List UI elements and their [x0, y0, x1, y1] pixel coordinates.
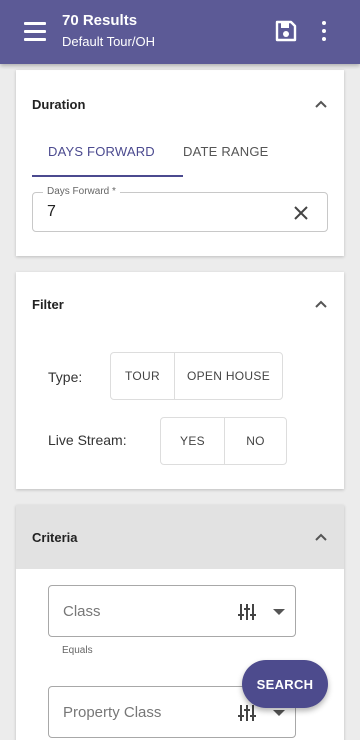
more-vert-icon[interactable] — [318, 20, 330, 42]
filter-card: Filter Type: TOUR OPEN HOUSE Live Stream… — [16, 272, 344, 489]
days-forward-label: Days Forward * — [43, 186, 120, 197]
app-bar: 70 Results Default Tour/OH — [0, 0, 360, 64]
tab-days-forward[interactable]: DAYS FORWARD — [48, 144, 155, 159]
page-title: 70 Results — [62, 12, 138, 29]
duration-title: Duration — [32, 97, 86, 112]
live-stream-label: Live Stream: — [48, 432, 127, 448]
dropdown-arrow-icon[interactable] — [273, 609, 285, 615]
tune-icon[interactable] — [237, 704, 257, 722]
class-placeholder: Class — [63, 603, 101, 620]
class-select[interactable]: Class — [48, 585, 296, 637]
close-icon[interactable] — [293, 205, 309, 221]
class-helper-text: Equals — [62, 645, 93, 656]
criteria-title: Criteria — [32, 530, 78, 545]
days-forward-value: 7 — [47, 203, 56, 220]
tune-icon[interactable] — [237, 603, 257, 621]
chevron-up-icon[interactable] — [314, 532, 328, 542]
page-subtitle: Default Tour/OH — [62, 34, 155, 49]
search-button[interactable]: SEARCH — [242, 660, 328, 708]
property-class-placeholder: Property Class — [63, 704, 162, 721]
filter-title: Filter — [32, 297, 64, 312]
criteria-header[interactable]: Criteria — [16, 505, 344, 569]
save-icon[interactable] — [275, 20, 297, 42]
active-tab-indicator — [32, 175, 183, 177]
tab-date-range[interactable]: DATE RANGE — [183, 144, 269, 159]
type-open-house-option[interactable]: OPEN HOUSE — [174, 353, 282, 399]
duration-card: Duration DAYS FORWARD DATE RANGE Days Fo… — [16, 70, 344, 256]
type-tour-option[interactable]: TOUR — [111, 353, 174, 399]
chevron-up-icon[interactable] — [314, 299, 328, 309]
live-stream-toggle-group: YES NO — [160, 417, 287, 465]
type-label: Type: — [48, 369, 83, 385]
days-forward-field[interactable]: Days Forward * 7 — [32, 186, 328, 232]
live-stream-yes-option[interactable]: YES — [161, 418, 224, 464]
chevron-up-icon[interactable] — [314, 99, 328, 109]
live-stream-no-option[interactable]: NO — [224, 418, 286, 464]
type-toggle-group: TOUR OPEN HOUSE — [110, 352, 283, 400]
menu-icon[interactable] — [24, 22, 46, 42]
dropdown-arrow-icon[interactable] — [273, 710, 285, 716]
